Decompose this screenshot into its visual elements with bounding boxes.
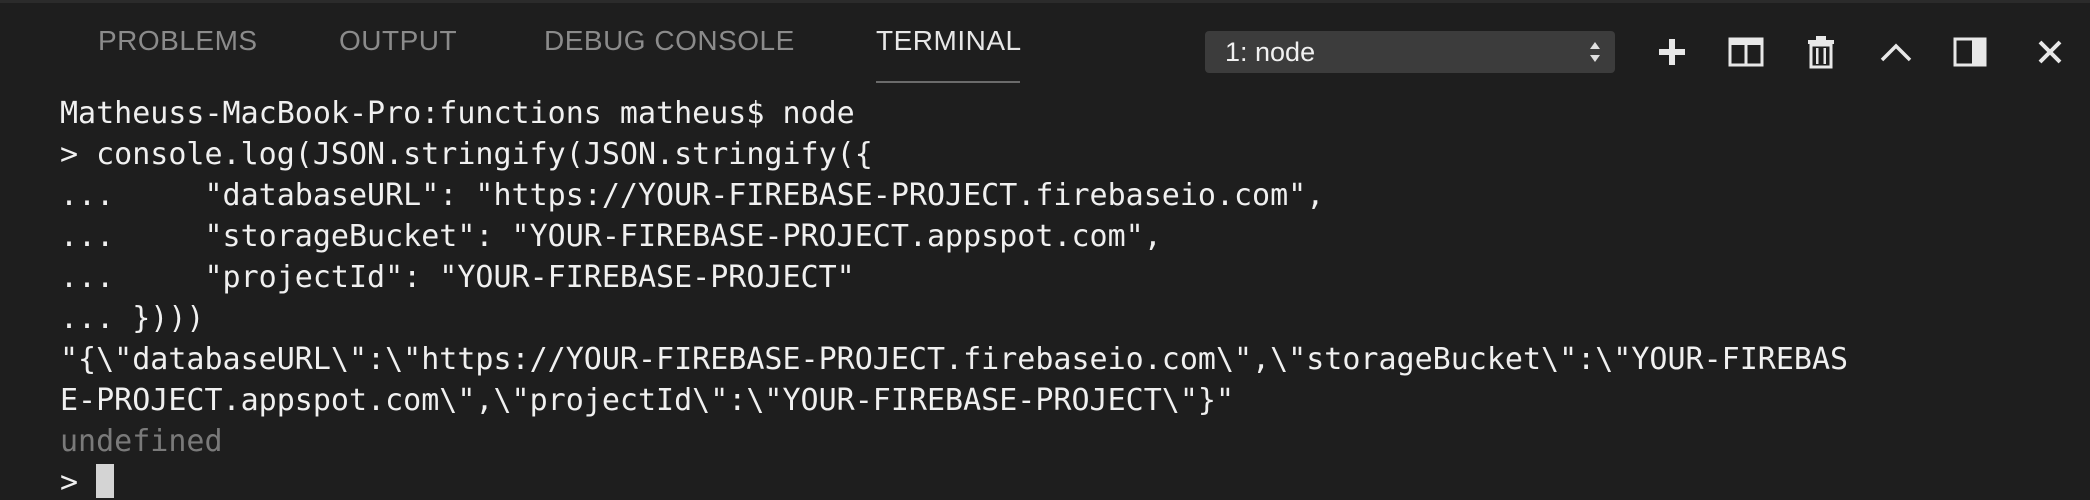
terminal-line: "{\"databaseURL\":\"https://YOUR-FIREBAS… [60,342,1849,377]
terminal-prompt-line: > [60,462,2060,500]
split-icon [1728,37,1764,67]
terminal-instance-select[interactable]: 1: node [1205,31,1615,73]
terminal-output[interactable]: Matheuss-MacBook-Pro:functions matheus$ … [60,93,2060,500]
tab-output[interactable]: OUTPUT [339,25,457,57]
tab-problems[interactable]: PROBLEMS [98,25,258,57]
terminal-undefined-line: undefined [60,424,223,459]
chevron-up-icon [1880,43,1912,62]
close-icon [2038,40,2062,64]
terminal-select-value: 1: node [1225,37,1316,67]
active-tab-indicator [876,81,1020,83]
panel-right-icon [1953,37,1987,67]
terminal-line: > console.log(JSON.stringify(JSON.string… [60,137,873,172]
terminal-line: ... }))) [60,301,205,336]
split-terminal-button[interactable] [1724,30,1768,74]
plus-icon [1659,39,1685,65]
trash-icon [1808,36,1834,69]
new-terminal-button[interactable] [1650,30,1694,74]
select-arrows-icon [1590,42,1600,62]
terminal-line: ... "projectId": "YOUR-FIREBASE-PROJECT" [60,260,855,295]
toggle-panel-position-button[interactable] [1948,30,1992,74]
terminal-line: Matheuss-MacBook-Pro:functions matheus$ … [60,96,855,131]
panel-header: PROBLEMS OUTPUT DEBUG CONSOLE TERMINAL 1… [0,3,2090,83]
terminal-cursor [96,464,115,498]
terminal-line: E-PROJECT.appspot.com\",\"projectId\":\"… [60,383,1234,418]
terminal-prompt: > [60,465,97,500]
tab-debug-console[interactable]: DEBUG CONSOLE [544,25,795,57]
tab-terminal[interactable]: TERMINAL [876,25,1022,57]
terminal-line: ... "storageBucket": "YOUR-FIREBASE-PROJ… [60,219,1162,254]
kill-terminal-button[interactable] [1799,30,1843,74]
maximize-panel-button[interactable] [1874,30,1918,74]
close-panel-button[interactable] [2028,30,2072,74]
terminal-line: ... "databaseURL": "https://YOUR-FIREBAS… [60,178,1325,213]
